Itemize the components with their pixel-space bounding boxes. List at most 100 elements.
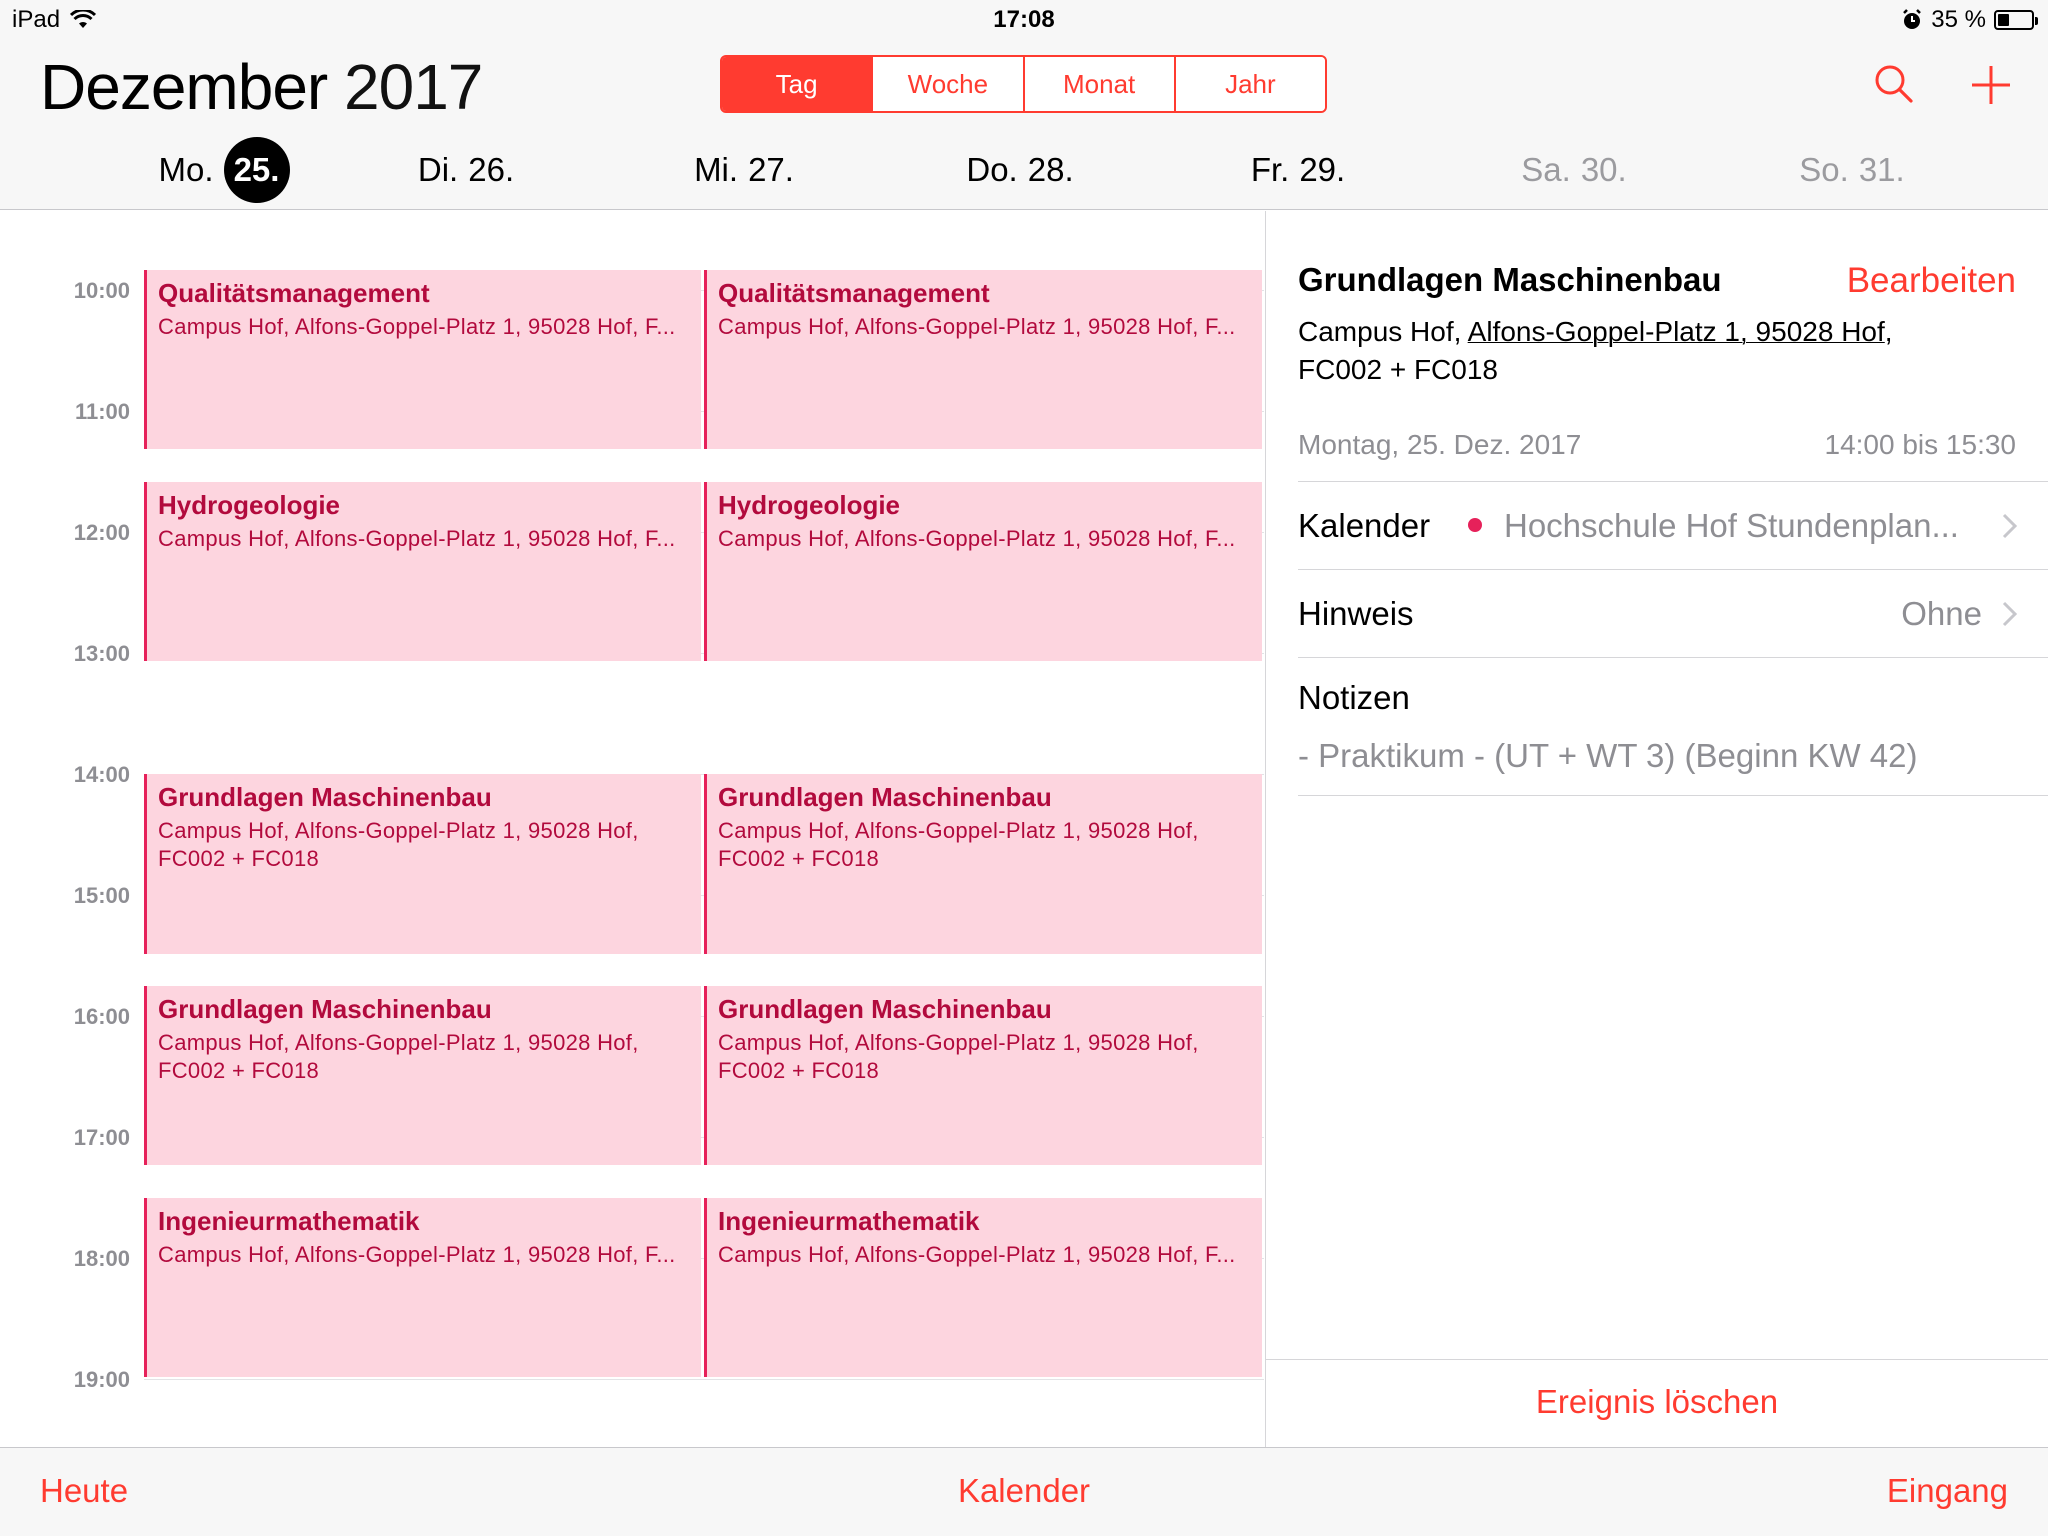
event-title: Grundlagen Maschinenbau bbox=[158, 993, 492, 1024]
event-title: Grundlagen Maschinenbau bbox=[718, 782, 1052, 812]
hour-label: 12:00 bbox=[73, 520, 130, 545]
divider bbox=[1266, 1359, 2048, 1360]
day-weekday: Mi. bbox=[694, 151, 739, 188]
calendar-event[interactable]: Ingenieurmathematik Campus Hof, Alfons-Go… bbox=[704, 1197, 1262, 1377]
delete-event-button[interactable]: Ereignis löschen bbox=[1266, 1383, 2048, 1421]
inbox-button[interactable]: Eingang bbox=[1887, 1472, 2008, 1510]
alert-row-value: Ohne bbox=[1901, 595, 1982, 632]
calendars-button[interactable]: Kalender bbox=[0, 1472, 2048, 1510]
edit-button[interactable]: Bearbeiten bbox=[1847, 261, 2016, 301]
day-date-selected: 25. bbox=[223, 137, 290, 203]
event-location: Campus Hof, Alfons-Goppel-Platz 1, 95028… bbox=[158, 313, 676, 339]
calendar-event[interactable]: Grundlagen Maschinenbau Campus Hof, Alfon… bbox=[704, 774, 1262, 954]
calendar-event[interactable]: Grundlagen Maschinenbau Campus Hof, Alfon… bbox=[704, 985, 1262, 1166]
event-location: Campus Hof, Alfons-Goppel-Platz 1, 95028… bbox=[718, 1029, 1199, 1055]
event-location: FC002 + FC018 bbox=[718, 1057, 880, 1083]
day-sun[interactable]: So. 31. bbox=[1714, 140, 1990, 200]
day-date: 29. bbox=[1299, 151, 1346, 188]
calendar-event[interactable]: Hydrogeologie Campus Hof, Alfons-Goppel-P… bbox=[144, 481, 701, 662]
calendar-event[interactable]: Qualitätsmanagement Campus Hof, Alfons-Go… bbox=[704, 269, 1262, 450]
day-date: 31. bbox=[1858, 151, 1905, 188]
calendar-event[interactable]: Grundlagen Maschinenbau Campus Hof, Alfon… bbox=[144, 985, 701, 1166]
search-icon[interactable] bbox=[1870, 60, 1920, 110]
event-location: FC002 + FC018 bbox=[158, 846, 320, 871]
day-weekday: Fr. bbox=[1250, 151, 1290, 188]
week-days-row: Mo. 25. Di. 26. Mi. 27. Do. 28. Fr. 29. … bbox=[0, 137, 2048, 203]
calendar-color-dot bbox=[1468, 518, 1482, 533]
day-date: 30. bbox=[1580, 151, 1627, 188]
day-weekday: Mo. bbox=[158, 151, 214, 188]
status-time: 17:08 bbox=[993, 6, 1055, 33]
event-title: Ingenieurmathematik bbox=[158, 1205, 420, 1236]
battery-icon bbox=[1994, 10, 2038, 30]
location-prefix: Campus Hof, bbox=[1298, 316, 1468, 347]
month-name: Dezember bbox=[40, 51, 328, 123]
event-time: 14:00 bis 15:30 bbox=[1824, 429, 2017, 460]
hour-label: 10:00 bbox=[73, 278, 130, 303]
battery-fill bbox=[1998, 14, 2010, 26]
day-sat[interactable]: Sa. 30. bbox=[1436, 140, 1712, 200]
calendar-row-value: Hochschule Hof Stundenplan... bbox=[1468, 507, 1959, 545]
event-location: Campus Hof, Alfons-Goppel-Platz 1, 95028… bbox=[158, 1241, 676, 1267]
calendar-header: Dezember 2017 Tag Woche Monat Jahr Mo. 2… bbox=[0, 40, 2048, 210]
divider bbox=[1298, 657, 2048, 658]
day-thu[interactable]: Do. 28. bbox=[882, 140, 1158, 200]
chevron-right-icon bbox=[2002, 513, 2018, 539]
tab-day[interactable]: Tag bbox=[722, 57, 872, 111]
event-location: FC002 + FC018 bbox=[158, 1057, 320, 1083]
location-room: FC002 + FC018 bbox=[1298, 354, 1498, 385]
calendar-event[interactable]: Ingenieurmathematik Campus Hof, Alfons-Go… bbox=[144, 1197, 701, 1377]
event-title: Grundlagen Maschinenbau bbox=[158, 782, 492, 812]
status-bar: iPad 17:08 35 % bbox=[0, 0, 2048, 40]
notes-text: - Praktikum - (UT + WT 3) (Beginn KW 42) bbox=[1298, 737, 1918, 774]
divider bbox=[1298, 795, 2048, 796]
hour-label: 11:00 bbox=[74, 399, 130, 424]
year: 2017 bbox=[344, 51, 483, 123]
day-weekday: Sa. bbox=[1521, 151, 1571, 188]
calendar-event[interactable]: Hydrogeologie Campus Hof, Alfons-Goppel-P… bbox=[704, 481, 1262, 662]
event-location: FC002 + FC018 bbox=[718, 846, 880, 871]
divider bbox=[1298, 569, 2048, 570]
event-title: Qualitätsmanagement bbox=[158, 277, 430, 308]
hour-label: 18:00 bbox=[73, 1246, 130, 1271]
hour-label: 14:00 bbox=[73, 762, 130, 787]
plus-icon[interactable] bbox=[1966, 60, 2016, 110]
event-location: Campus Hof, Alfons-Goppel-Platz 1, 95028… bbox=[1298, 313, 1998, 389]
day-tue[interactable]: Di. 26. bbox=[328, 140, 604, 200]
event-location: Campus Hof, Alfons-Goppel-Platz 1, 95028… bbox=[158, 1029, 639, 1055]
event-location: Campus Hof, Alfons-Goppel-Platz 1, 95028… bbox=[718, 1241, 1236, 1267]
notes-label: Notizen bbox=[1298, 679, 1410, 716]
hour-label: 17:00 bbox=[73, 1125, 130, 1150]
event-location: Campus Hof, Alfons-Goppel-Platz 1, 95028… bbox=[718, 313, 1236, 339]
day-mon[interactable]: Mo. 25. bbox=[86, 137, 362, 203]
month-title[interactable]: Dezember 2017 bbox=[40, 50, 483, 124]
day-fri[interactable]: Fr. 29. bbox=[1160, 140, 1436, 200]
tab-week[interactable]: Woche bbox=[871, 57, 1023, 111]
day-date: 26. bbox=[468, 151, 515, 188]
view-segmented-control: Tag Woche Monat Jahr bbox=[720, 55, 1327, 113]
tab-month[interactable]: Monat bbox=[1022, 57, 1174, 111]
day-date: 27. bbox=[748, 151, 794, 188]
hour-label: 16:00 bbox=[73, 1004, 130, 1029]
event-title: Hydrogeologie bbox=[158, 489, 341, 520]
day-date: 28. bbox=[1027, 151, 1074, 188]
day-wed[interactable]: Mi. 27. bbox=[606, 140, 882, 200]
calendar-event[interactable]: Grundlagen Maschinenbau Campus Hof, Alfon… bbox=[144, 774, 701, 954]
alert-row-label: Hinweis bbox=[1298, 595, 1414, 632]
divider bbox=[1298, 481, 2048, 482]
event-date: Montag, 25. Dez. 2017 bbox=[1298, 429, 1582, 460]
event-location: Campus Hof, Alfons-Goppel-Platz 1, 95028… bbox=[718, 818, 1199, 843]
hour-gridline bbox=[144, 1379, 1264, 1380]
event-title: Grundlagen Maschinenbau bbox=[718, 993, 1052, 1024]
day-timeline[interactable]: 10:00 11:00 12:00 13:00 14:00 15:00 16:00 17:00… bbox=[0, 211, 1265, 1446]
tab-year[interactable]: Jahr bbox=[1173, 57, 1325, 111]
hour-label: 13:00 bbox=[73, 641, 130, 666]
hour-label: 15:00 bbox=[73, 883, 130, 908]
event-location: Campus Hof, Alfons-Goppel-Platz 1, 95028… bbox=[718, 525, 1236, 551]
calendar-event[interactable]: Qualitätsmanagement Campus Hof, Alfons-Go… bbox=[144, 269, 701, 450]
event-location: Campus Hof, Alfons-Goppel-Platz 1, 95028… bbox=[158, 818, 639, 843]
location-link[interactable]: Alfons-Goppel-Platz 1, 95028 Hof bbox=[1468, 316, 1885, 347]
status-right: 35 % bbox=[1901, 6, 2038, 34]
calendar-name: Hochschule Hof Stundenplan... bbox=[1504, 507, 1959, 544]
event-title: Hydrogeologie bbox=[718, 489, 901, 520]
